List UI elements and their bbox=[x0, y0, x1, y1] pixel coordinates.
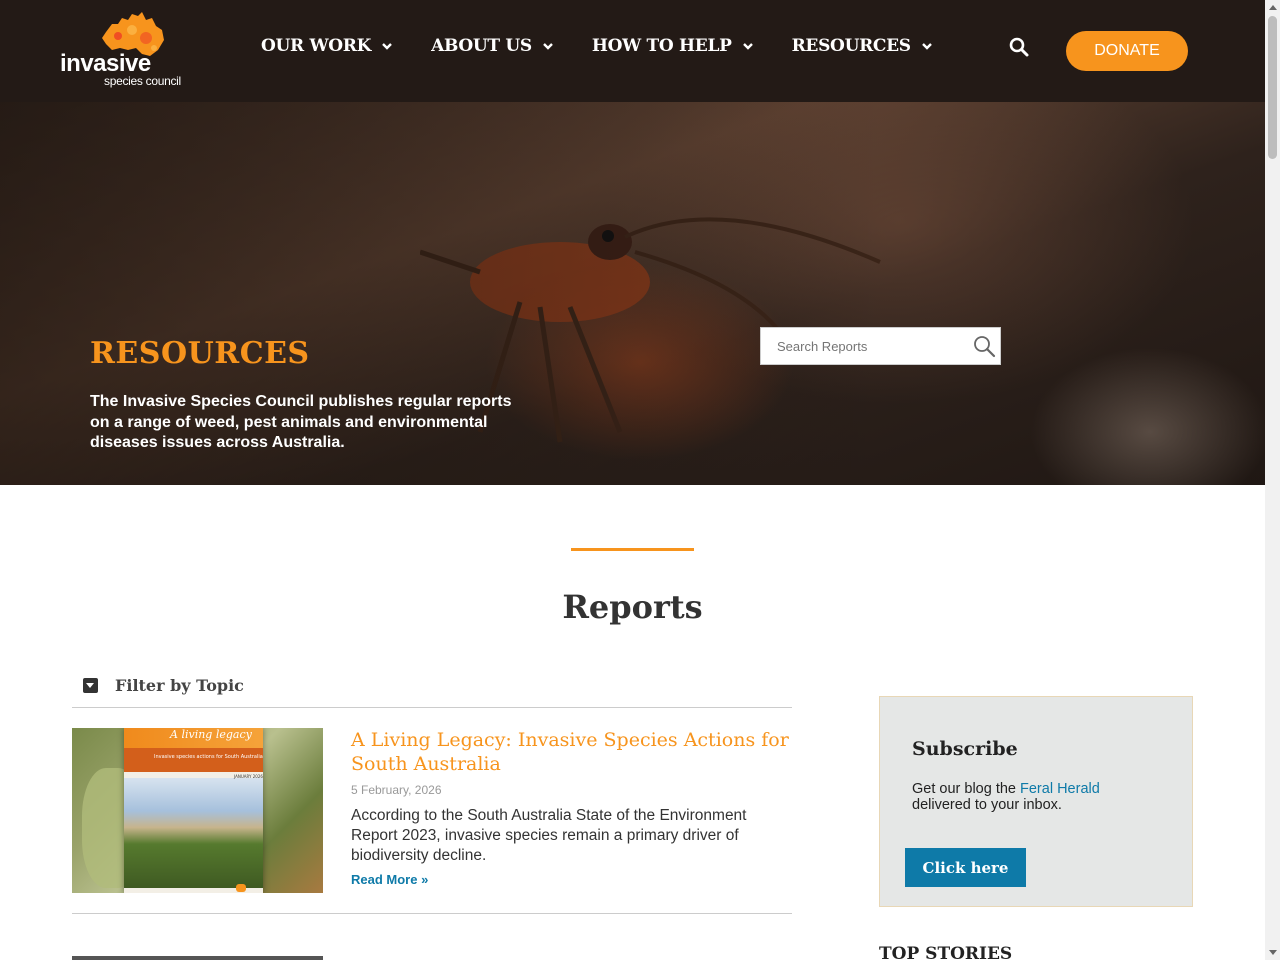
site-logo[interactable]: invasive species council bbox=[60, 12, 181, 88]
nav-label: HOW TO HELP bbox=[591, 36, 732, 56]
cover-band bbox=[124, 748, 263, 772]
cover-logo-icon bbox=[236, 884, 246, 892]
report-thumbnail[interactable]: A living legacy Invasive species actions… bbox=[72, 728, 323, 893]
report-date: 5 February, 2026 bbox=[351, 783, 442, 797]
report-item: A living legacy Invasive species actions… bbox=[72, 728, 792, 914]
nav-label: OUR WORK bbox=[261, 36, 372, 56]
donate-button[interactable]: DONATE bbox=[1066, 31, 1188, 71]
filter-label: Filter by Topic bbox=[115, 676, 244, 695]
page-scrollbar[interactable] bbox=[1265, 0, 1280, 960]
subscribe-text: Get our blog the Feral Herald delivered … bbox=[912, 781, 1152, 813]
nav-label: RESOURCES bbox=[791, 36, 912, 56]
hero-banner: RESOURCES The Invasive Species Council p… bbox=[0, 102, 1265, 485]
filter-toggle[interactable]: Filter by Topic bbox=[72, 664, 792, 708]
cover-date: JANUARY 2026 bbox=[234, 774, 263, 779]
caret-down-icon bbox=[83, 678, 98, 693]
report-cover: A living legacy Invasive species actions… bbox=[124, 728, 263, 893]
nav-how-to-help[interactable]: HOW TO HELP bbox=[592, 36, 754, 56]
report-excerpt: According to the South Australia State o… bbox=[351, 807, 747, 864]
subscribe-button[interactable]: Click here bbox=[905, 848, 1026, 887]
top-stories-heading: TOP STORIES bbox=[879, 944, 1013, 960]
scroll-thumb[interactable] bbox=[1268, 16, 1277, 159]
scroll-down-icon[interactable] bbox=[1265, 945, 1280, 960]
section-heading: Reports bbox=[562, 588, 703, 626]
nav-resources[interactable]: RESOURCES bbox=[792, 36, 933, 56]
page-title: RESOURCES bbox=[90, 336, 310, 371]
next-report-thumbnail[interactable] bbox=[72, 956, 323, 960]
site-header: invasive species council OUR WORK ABOUT … bbox=[0, 0, 1265, 102]
search-icon[interactable] bbox=[1008, 36, 1030, 58]
cover-photo bbox=[124, 778, 263, 888]
subscribe-text-after: delivered to your inbox. bbox=[912, 797, 1062, 813]
chevron-down-icon bbox=[742, 43, 753, 50]
scroll-up-icon[interactable] bbox=[1265, 0, 1280, 15]
chevron-down-icon bbox=[921, 43, 932, 50]
logo-subtitle: species council bbox=[104, 74, 181, 88]
report-title-link[interactable]: A Living Legacy: Invasive Species Action… bbox=[351, 728, 791, 776]
search-icon[interactable] bbox=[972, 334, 996, 358]
report-search bbox=[760, 327, 1001, 365]
nav-label: ABOUT US bbox=[431, 36, 532, 56]
cover-subtitle: Invasive species actions for South Austr… bbox=[154, 754, 263, 760]
hero-description: The Invasive Species Council publishes r… bbox=[90, 393, 512, 451]
subscribe-text-before: Get our blog the bbox=[912, 781, 1021, 797]
read-more-link[interactable]: Read More » bbox=[351, 872, 428, 887]
chevron-down-icon bbox=[543, 43, 553, 50]
chevron-down-icon bbox=[382, 43, 392, 50]
main-nav: OUR WORK ABOUT US HOW TO HELP RESOURCES bbox=[261, 36, 971, 56]
search-reports-input[interactable] bbox=[761, 328, 961, 364]
cover-title: A living legacy bbox=[170, 728, 252, 741]
section-divider bbox=[571, 548, 694, 551]
subscribe-box: Subscribe Get our blog the Feral Herald … bbox=[879, 696, 1193, 907]
nav-our-work[interactable]: OUR WORK bbox=[261, 36, 393, 56]
feral-herald-link[interactable]: Feral Herald bbox=[1020, 781, 1100, 797]
nav-about-us[interactable]: ABOUT US bbox=[431, 36, 554, 56]
subscribe-title: Subscribe bbox=[912, 738, 1018, 760]
